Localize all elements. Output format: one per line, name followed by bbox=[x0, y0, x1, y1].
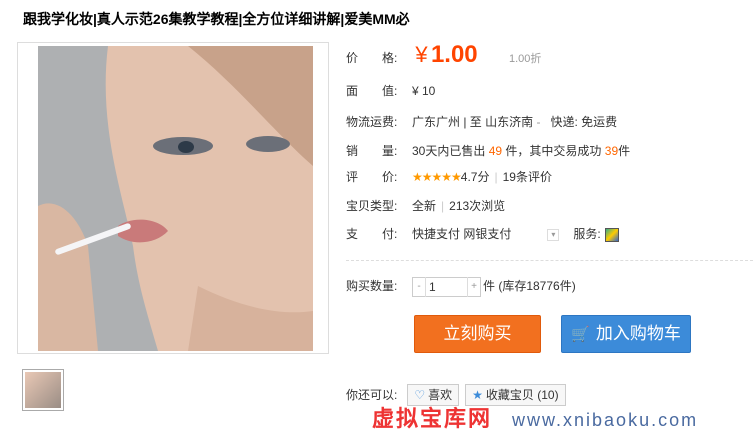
star-icon: ★ bbox=[472, 388, 483, 402]
review-count-link[interactable]: 19条评价 bbox=[503, 170, 552, 184]
divider-line bbox=[346, 260, 753, 261]
stock-text: 件 (库存18776件) bbox=[483, 279, 576, 293]
shipping-fee: 快递: 免运费 bbox=[550, 115, 618, 129]
shipping-route[interactable]: 广东广州 | 至 山东济南 bbox=[412, 115, 533, 129]
quantity-row: 购买数量: -1 + 件 (库存18776件) bbox=[346, 276, 576, 297]
quantity-stepper[interactable]: -1 + bbox=[412, 276, 481, 297]
thumbnail-photo bbox=[25, 372, 61, 408]
discount-text: 1.00折 bbox=[509, 53, 542, 65]
like-label: 喜欢 bbox=[428, 388, 453, 402]
thumbnail-image[interactable] bbox=[22, 369, 64, 411]
success-count: 39 bbox=[604, 144, 619, 158]
favorite-label: 收藏宝贝 (10) bbox=[485, 388, 559, 402]
sales-label: 销 量: bbox=[346, 144, 398, 158]
divider: | bbox=[494, 170, 498, 184]
currency-symbol: ¥ bbox=[415, 42, 428, 67]
also-label: 你还可以: bbox=[346, 388, 398, 402]
face-value-row: 面 值: ¥ 10 bbox=[346, 82, 435, 99]
rating-label: 评 价: bbox=[346, 170, 398, 184]
item-type-row: 宝贝类型: 全新 | 213次浏览 bbox=[346, 197, 505, 214]
heart-icon: ♡ bbox=[414, 388, 426, 402]
shipping-row: 物流运费: 广东广州 | 至 山东济南 - 快递: 免运费 bbox=[346, 113, 617, 130]
payment-methods: 快捷支付 网银支付 bbox=[412, 227, 512, 241]
watermark-url: www.xnibaoku.com bbox=[512, 410, 699, 430]
shipping-label: 物流运费: bbox=[346, 115, 398, 129]
chevron-down-icon[interactable]: - bbox=[536, 115, 540, 129]
item-condition: 全新 bbox=[412, 199, 437, 213]
payment-row: 支 付: 快捷支付 网银支付 ▾ 服务: bbox=[346, 225, 619, 242]
dropdown-icon[interactable]: ▾ bbox=[547, 228, 560, 241]
item-type-label: 宝贝类型: bbox=[346, 199, 398, 213]
decrement-button[interactable]: - bbox=[413, 277, 425, 297]
watermark: 虚拟宝库网 www.xnibaoku.com bbox=[372, 401, 698, 433]
price-number: 1.00 bbox=[430, 41, 478, 68]
quantity-input[interactable]: 1 bbox=[425, 276, 468, 297]
cart-icon: 🛒 bbox=[571, 326, 590, 343]
divider: | bbox=[441, 199, 445, 213]
model-face-illustration bbox=[38, 46, 313, 351]
main-image-frame bbox=[17, 42, 329, 354]
product-photo bbox=[38, 46, 313, 351]
service-badge-icon[interactable] bbox=[604, 227, 619, 242]
sales-post: 件 bbox=[618, 144, 631, 158]
sold-count: 49 bbox=[488, 144, 503, 158]
payment-label: 支 付: bbox=[346, 227, 398, 241]
face-value: ¥ 10 bbox=[412, 84, 436, 98]
face-value-label: 面 值: bbox=[346, 84, 398, 98]
quantity-label: 购买数量: bbox=[346, 279, 398, 293]
add-to-cart-label: 加入购物车 bbox=[595, 324, 681, 343]
rating-row: 评 价: ★★★★★4.7分 | 19条评价 bbox=[346, 168, 552, 185]
star-rating-icon: ★★★★★ bbox=[412, 170, 462, 184]
view-count: 213次浏览 bbox=[449, 199, 506, 213]
add-to-cart-button[interactable]: 🛒 加入购物车 bbox=[561, 315, 691, 353]
price-label: 价 格: bbox=[346, 51, 398, 65]
sales-pre: 30天内已售出 bbox=[412, 144, 486, 158]
buy-now-button[interactable]: 立刻购买 bbox=[414, 315, 541, 353]
rating-score: 4.7分 bbox=[460, 170, 490, 184]
increment-button[interactable]: + bbox=[468, 277, 480, 297]
price-value: ¥ 1.00 bbox=[415, 41, 477, 68]
watermark-text: 虚拟宝库网 bbox=[372, 406, 493, 431]
price-row: 价 格: ¥ 1.00 1.00折 bbox=[346, 40, 541, 74]
product-title: 跟我学化妆|真人示范26集教学教程|全方位详细讲解|爱美MM必 bbox=[23, 11, 410, 27]
sales-row: 销 量: 30天内已售出 49 件，其中交易成功 39件 bbox=[346, 142, 630, 159]
sales-mid: 件，其中交易成功 bbox=[505, 144, 602, 158]
service-label: 服务: bbox=[573, 227, 601, 241]
